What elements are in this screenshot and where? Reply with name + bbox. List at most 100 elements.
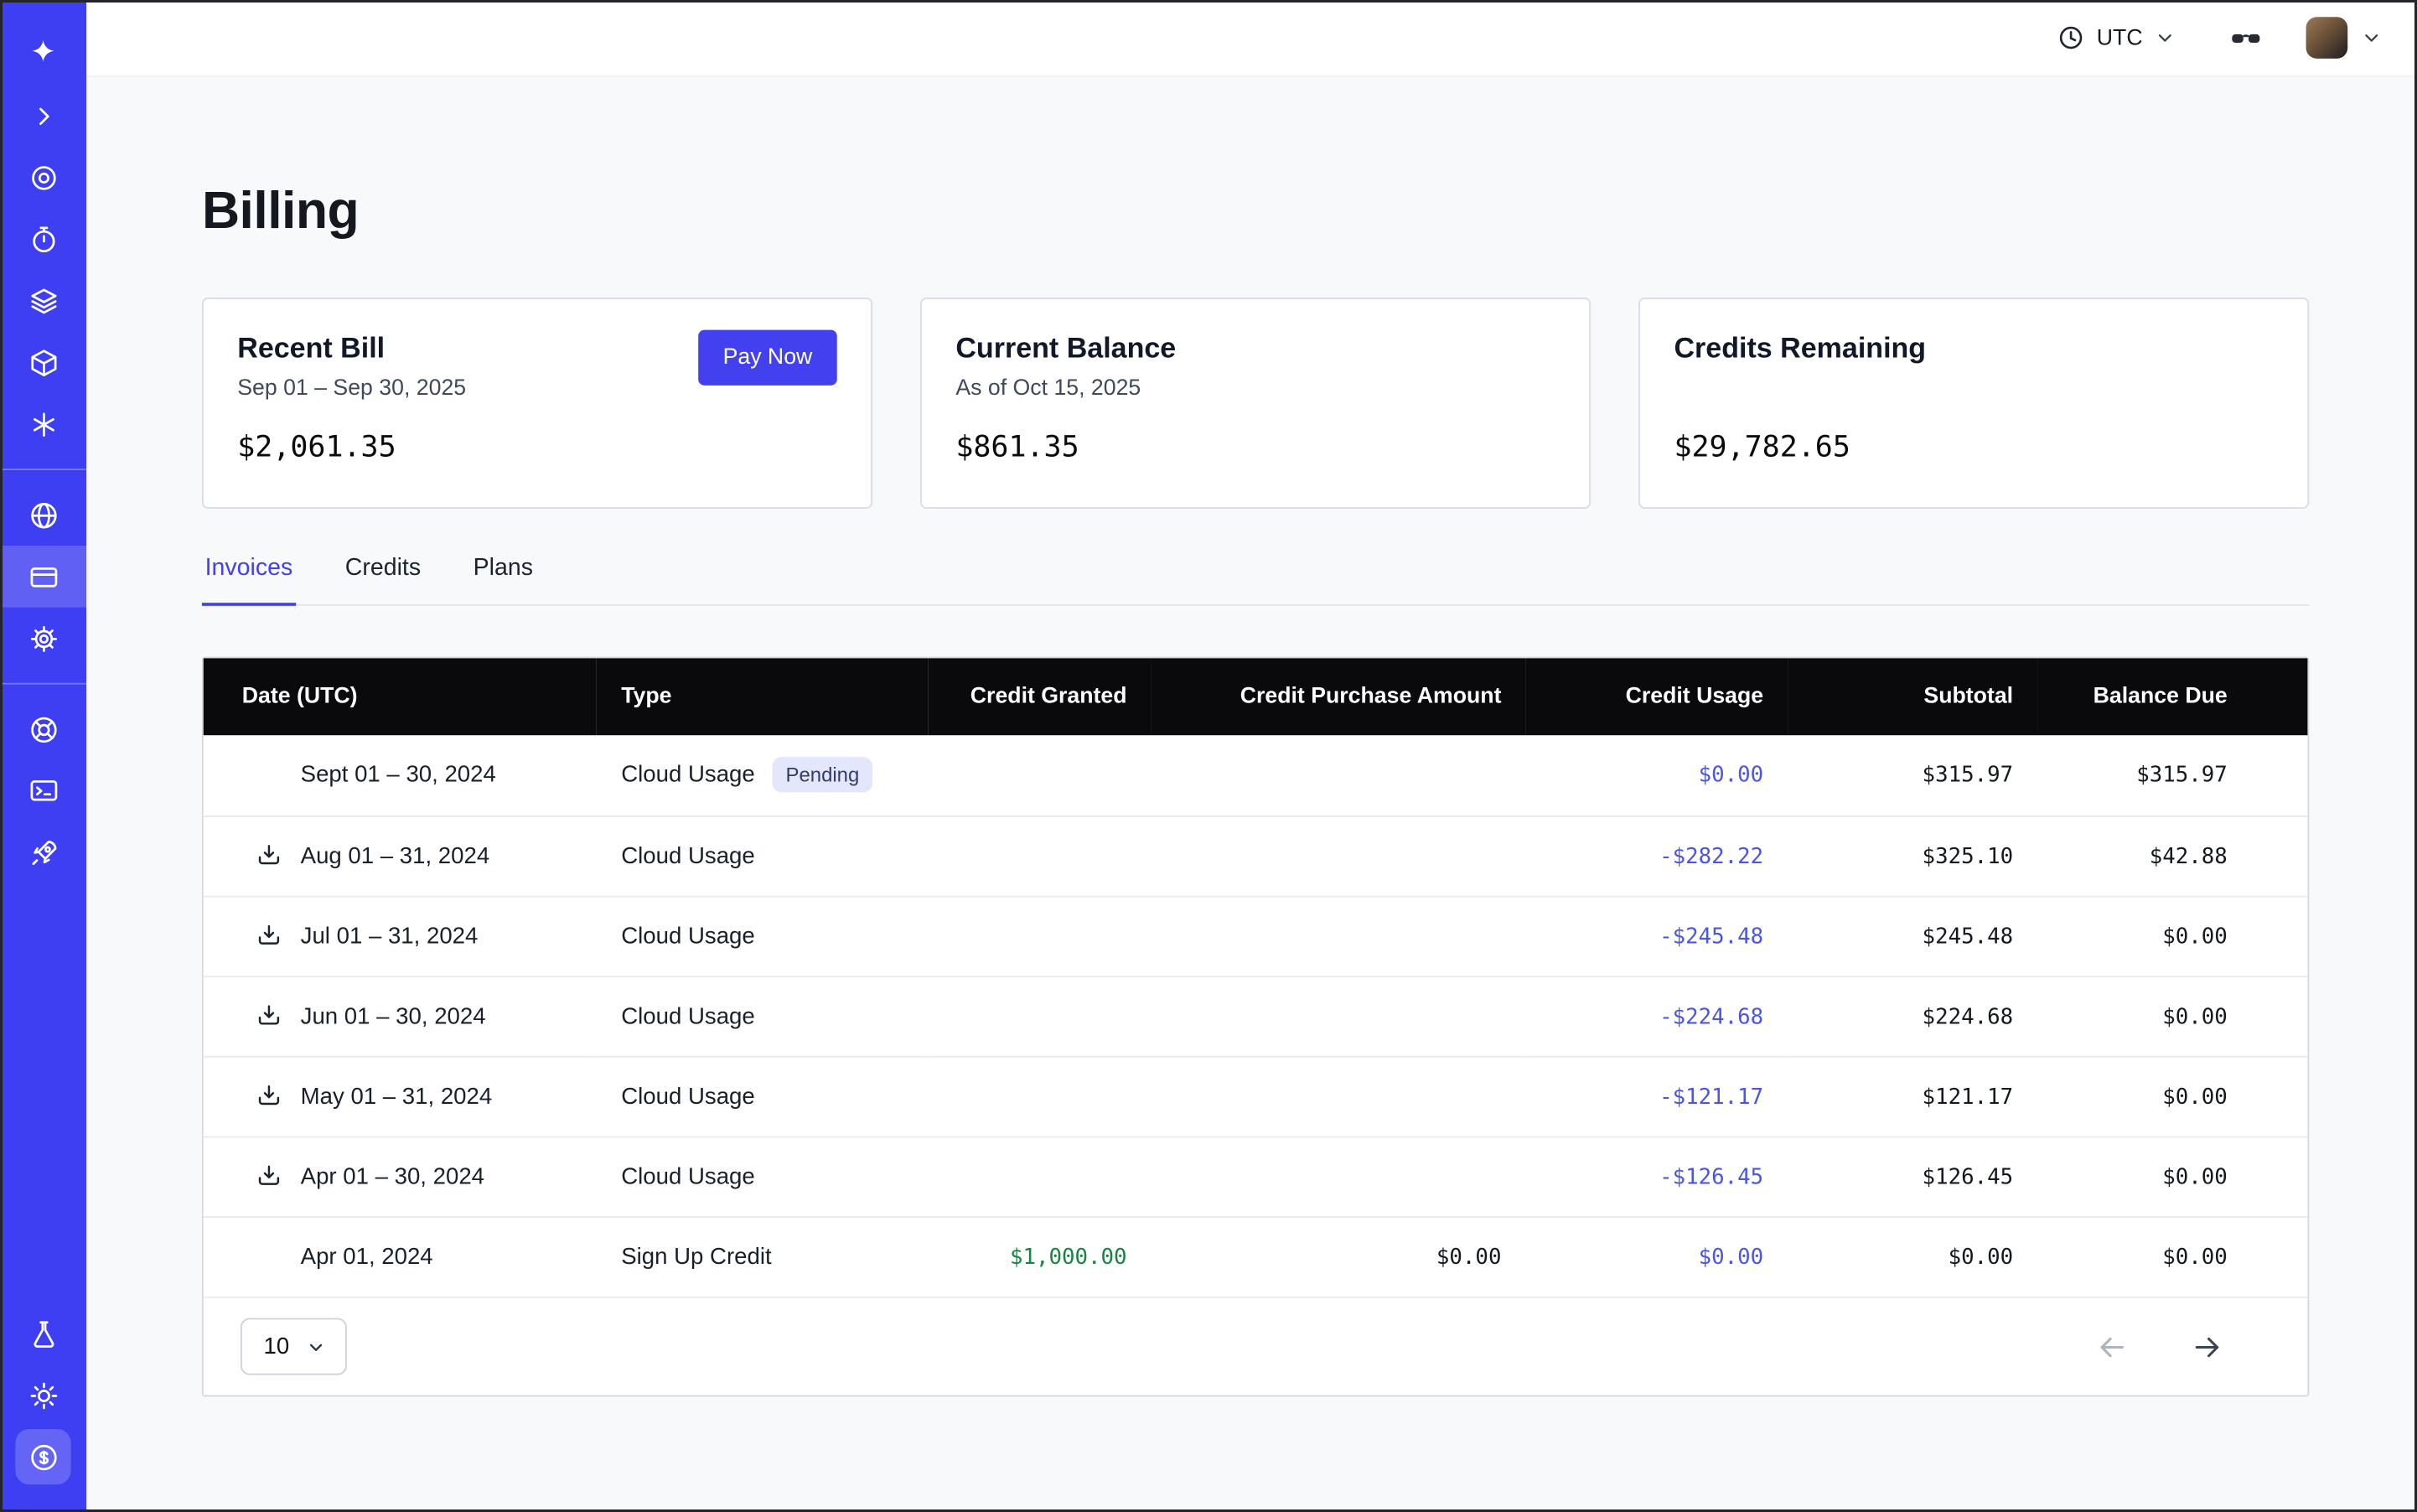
card-subtitle xyxy=(1674,376,2273,407)
balance-due-value: $0.00 xyxy=(2162,1085,2228,1109)
page-title: Billing xyxy=(202,182,2309,242)
table-row: Jun 01 – 30, 2024 Cloud Usage -$224.68 $… xyxy=(204,976,2308,1056)
balance-due-value: $0.00 xyxy=(2162,1245,2228,1270)
sidebar-divider xyxy=(0,469,86,470)
sidebar xyxy=(0,0,86,1512)
pagination-arrows xyxy=(2095,1329,2271,1363)
lifebuoy-icon[interactable] xyxy=(0,698,86,760)
table-footer: 10 xyxy=(204,1297,2308,1395)
credit-usage-value: -$245.48 xyxy=(1659,924,1763,949)
previous-page-arrow-icon[interactable] xyxy=(2095,1329,2129,1363)
topbar: UTC xyxy=(86,0,2417,77)
glasses-button[interactable] xyxy=(2229,21,2263,54)
glasses-icon xyxy=(2229,21,2263,54)
credit-usage-value: -$121.17 xyxy=(1659,1085,1763,1109)
subtotal-value: $0.00 xyxy=(1949,1245,2014,1270)
card-title: Credits Remaining xyxy=(1674,331,2273,365)
table-row: Jul 01 – 31, 2024 Cloud Usage -$245.48 $… xyxy=(204,896,2308,976)
column-header-subtotal: Subtotal xyxy=(1788,658,2038,735)
credit-usage-value: -$224.68 xyxy=(1659,1004,1763,1028)
column-header-date: Date (UTC) xyxy=(204,658,597,735)
timer-icon[interactable] xyxy=(0,208,86,270)
app-window: UTC Billing Recent Bill Sep 01 – S xyxy=(0,0,2417,1512)
download-invoice-icon[interactable] xyxy=(253,1161,284,1192)
table-header-row: Date (UTC) Type Credit Granted Credit Pu… xyxy=(204,658,2308,735)
console-icon[interactable] xyxy=(0,760,86,822)
asterisk-icon[interactable] xyxy=(0,393,86,455)
subtotal-value: $121.17 xyxy=(1923,1085,2014,1109)
invoices-table: Date (UTC) Type Credit Granted Credit Pu… xyxy=(202,657,2309,1397)
sidebar-divider xyxy=(0,683,86,685)
balance-due-value: $0.00 xyxy=(2162,1004,2228,1028)
column-header-credit-usage: Credit Usage xyxy=(1526,658,1788,735)
collapse-chevron-right-icon[interactable] xyxy=(0,85,86,147)
tab-invoices[interactable]: Invoices xyxy=(202,555,296,606)
account-menu[interactable] xyxy=(2306,17,2383,59)
download-invoice-icon[interactable] xyxy=(253,1080,284,1111)
download-invoice-icon[interactable] xyxy=(253,1001,284,1032)
pay-now-button[interactable]: Pay Now xyxy=(698,330,837,386)
download-invoice-icon[interactable] xyxy=(253,840,284,871)
tab-credits[interactable]: Credits xyxy=(342,555,424,604)
next-page-arrow-icon[interactable] xyxy=(2191,1329,2224,1363)
rocket-icon[interactable] xyxy=(0,821,86,883)
sun-icon[interactable] xyxy=(0,1364,86,1427)
table-row: May 01 – 31, 2024 Cloud Usage -$121.17 $… xyxy=(204,1056,2308,1137)
flask-icon[interactable] xyxy=(0,1302,86,1364)
column-header-credit-granted: Credit Granted xyxy=(928,658,1152,735)
timezone-label: UTC xyxy=(2097,25,2143,49)
invoice-type: Cloud Usage xyxy=(621,1002,755,1028)
spiral-icon[interactable] xyxy=(0,147,86,209)
invoice-date: Aug 01 – 31, 2024 xyxy=(301,842,490,868)
package-icon[interactable] xyxy=(0,331,86,393)
column-header-balance-due: Balance Due xyxy=(2038,658,2308,735)
globe-icon[interactable] xyxy=(0,484,86,546)
credit-usage-value: -$126.45 xyxy=(1659,1165,1763,1189)
current-balance-amount: $861.35 xyxy=(955,430,1555,463)
card-current-balance: Current Balance As of Oct 15, 2025 $861.… xyxy=(920,298,1591,509)
invoice-date: Apr 01 – 30, 2024 xyxy=(301,1163,484,1189)
dollar-circle-icon[interactable] xyxy=(0,1426,86,1488)
chevron-down-icon xyxy=(2153,26,2176,49)
recent-bill-amount: $2,061.35 xyxy=(237,430,836,463)
credit-purchase-value: $0.00 xyxy=(1436,1245,1502,1270)
balance-due-value: $42.88 xyxy=(2150,844,2228,868)
layers-icon[interactable] xyxy=(0,270,86,332)
clock-icon xyxy=(2057,23,2086,53)
column-header-type: Type xyxy=(597,658,928,735)
subtotal-value: $245.48 xyxy=(1923,924,2014,949)
invoice-date: Jun 01 – 30, 2024 xyxy=(301,1002,486,1028)
invoice-type: Cloud Usage xyxy=(621,1163,755,1189)
content-area: Billing Recent Bill Sep 01 – Sep 30, 202… xyxy=(86,77,2417,1512)
tab-plans[interactable]: Plans xyxy=(470,555,536,604)
avatar xyxy=(2306,17,2348,59)
card-credits-remaining: Credits Remaining $29,782.65 xyxy=(1638,298,2309,509)
page-size-value: 10 xyxy=(264,1333,290,1359)
subtotal-value: $325.10 xyxy=(1923,844,2014,868)
table-row: Aug 01 – 31, 2024 Cloud Usage -$282.22 $… xyxy=(204,816,2308,896)
chevron-down-icon xyxy=(305,1336,327,1358)
page-size-select[interactable]: 10 xyxy=(241,1318,346,1375)
summary-cards: Recent Bill Sep 01 – Sep 30, 2025 $2,061… xyxy=(202,298,2309,509)
credit-granted-value: $1,000.00 xyxy=(1010,1245,1127,1270)
card-title: Current Balance xyxy=(955,331,1555,365)
credit-usage-value: -$282.22 xyxy=(1659,844,1763,868)
gear-icon[interactable] xyxy=(0,608,86,670)
status-badge: Pending xyxy=(772,758,873,793)
invoice-date: May 01 – 31, 2024 xyxy=(301,1083,493,1109)
sidebar-item-billing-credit-card-icon[interactable] xyxy=(0,546,86,608)
table-row: Sept 01 – 30, 2024 Cloud UsagePending $0… xyxy=(204,735,2308,816)
balance-due-value: $0.00 xyxy=(2162,1165,2228,1189)
table-row: Apr 01, 2024 Sign Up Credit $1,000.00 $0… xyxy=(204,1216,2308,1297)
dollar-circle-highlight xyxy=(15,1429,70,1484)
credits-remaining-amount: $29,782.65 xyxy=(1674,430,2273,463)
card-recent-bill: Recent Bill Sep 01 – Sep 30, 2025 $2,061… xyxy=(202,298,872,509)
invoice-date: Jul 01 – 31, 2024 xyxy=(301,923,479,949)
logo-icon[interactable] xyxy=(0,23,86,85)
balance-due-value: $315.97 xyxy=(2136,764,2228,788)
invoice-type: Cloud Usage xyxy=(621,923,755,949)
timezone-selector[interactable]: UTC xyxy=(2057,23,2176,53)
credit-usage-value: $0.00 xyxy=(1699,764,1764,788)
download-invoice-icon[interactable] xyxy=(253,920,284,951)
subtotal-value: $126.45 xyxy=(1923,1165,2014,1189)
